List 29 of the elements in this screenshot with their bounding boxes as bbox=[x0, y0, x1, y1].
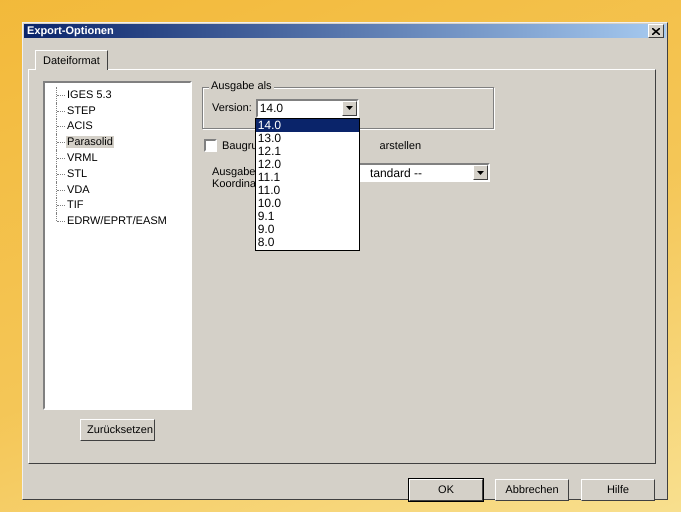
dropdown-option[interactable]: 14.0 bbox=[256, 118, 359, 132]
tree-item[interactable]: STL bbox=[66, 168, 88, 180]
tree-item[interactable]: STEP bbox=[66, 104, 97, 117]
tab[interactable]: Dateiformat bbox=[35, 50, 108, 70]
tree-item[interactable]: TIF bbox=[66, 199, 84, 212]
checkbox-label: arstellen bbox=[379, 140, 422, 152]
close-button[interactable] bbox=[648, 24, 664, 38]
close-icon bbox=[652, 28, 660, 34]
dialog-button[interactable]: OK bbox=[409, 479, 483, 501]
tree-item[interactable]: Parasolid bbox=[66, 136, 114, 148]
tree-item[interactable]: IGES 5.3 bbox=[66, 88, 113, 101]
version-label: Version: bbox=[212, 102, 252, 114]
coordinate-label: Ausgabe bbox=[212, 166, 256, 178]
reset-button[interactable]: Zurücksetzen bbox=[80, 419, 155, 441]
tree-item[interactable]: VDA bbox=[66, 184, 91, 196]
dialog-button[interactable]: Hilfe bbox=[581, 479, 655, 501]
version-dropdown[interactable]: 14.0 bbox=[256, 98, 359, 118]
window-title: Export-Optionen bbox=[27, 25, 114, 37]
tree-item[interactable]: ACIS bbox=[66, 120, 94, 132]
dropdown-arrow-icon bbox=[346, 106, 353, 110]
tree-item[interactable]: EDRW/EPRT/EASM bbox=[66, 215, 168, 228]
checkbox-label: Baugru bbox=[222, 140, 258, 152]
group-title: Ausgabe als bbox=[209, 80, 274, 92]
tree-item[interactable]: VRML bbox=[66, 152, 99, 164]
checkbox[interactable] bbox=[204, 139, 217, 152]
dialog-button[interactable]: Abbrechen bbox=[495, 479, 569, 501]
dropdown-arrow-icon bbox=[477, 170, 484, 174]
coordinate-label: Koordina bbox=[212, 178, 256, 190]
dropdown-option[interactable]: 13.0 bbox=[256, 132, 359, 144]
